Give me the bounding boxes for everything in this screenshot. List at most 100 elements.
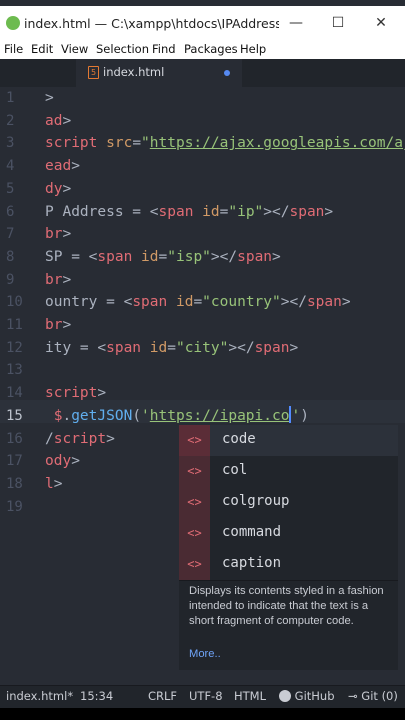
window-title: index.html — C:\xampp\htdocs\IPAddress —… — [24, 16, 279, 31]
autocomplete-label: caption — [222, 555, 282, 571]
git-button[interactable]: ⊸ Git (0) — [348, 689, 398, 703]
code-token: "country" — [202, 294, 281, 311]
code-token: > — [97, 385, 107, 402]
menu-edit[interactable]: Edit — [31, 42, 53, 56]
autocomplete-item[interactable]: <> col — [179, 456, 398, 487]
code-token: script — [53, 430, 107, 447]
line-number[interactable]: 13 — [6, 359, 23, 382]
menu-file[interactable]: File — [4, 42, 23, 56]
code-line[interactable]: script> — [45, 382, 106, 405]
menu-view[interactable]: View — [61, 42, 88, 56]
code-line[interactable]: /script> — [45, 428, 115, 451]
code-token: id — [202, 203, 220, 220]
status-file-name[interactable]: index.html* — [6, 689, 73, 703]
minimize-button[interactable]: — — [281, 12, 311, 34]
maximize-button[interactable]: ☐ — [323, 12, 353, 34]
line-number[interactable]: 7 — [6, 223, 14, 246]
autocomplete-item[interactable]: <> code — [179, 425, 398, 456]
status-line-ending[interactable]: CRLF — [148, 689, 177, 703]
tab-index-html[interactable]: 5 index.html — [76, 59, 242, 87]
code-token: > — [62, 271, 72, 288]
line-number[interactable]: 16 — [6, 428, 23, 451]
title-bar: index.html — C:\xampp\htdocs\IPAddress —… — [0, 6, 405, 40]
close-button[interactable]: ✕ — [366, 12, 396, 34]
code-line[interactable]: dy> — [45, 178, 71, 201]
status-cursor-position[interactable]: 15:34 — [80, 689, 113, 703]
code-line[interactable]: ity = <span id="city"></span> — [45, 337, 298, 360]
code-token: = — [158, 248, 168, 265]
menu-help[interactable]: Help — [240, 42, 266, 56]
code-token: ead — [45, 158, 72, 175]
code-token: id — [149, 339, 168, 356]
menu-find[interactable]: Find — [152, 42, 176, 56]
line-number[interactable]: 9 — [6, 269, 14, 292]
status-encoding[interactable]: UTF-8 — [189, 689, 223, 703]
autocomplete-label: code — [222, 431, 256, 447]
code-token: span — [97, 248, 142, 265]
code-token: "ip" — [228, 203, 264, 220]
line-number[interactable]: 4 — [6, 155, 14, 178]
tab-label: index.html — [103, 65, 165, 79]
code-token: span — [132, 294, 176, 311]
git-label: Git (0) — [361, 689, 398, 703]
code-token: = — [132, 135, 142, 152]
line-number[interactable]: 1 — [6, 87, 14, 110]
code-line[interactable]: ody> — [45, 450, 80, 473]
code-line[interactable]: br> — [45, 223, 71, 246]
code-line[interactable]: br> — [45, 269, 71, 292]
code-token: > — [324, 203, 334, 220]
code-line[interactable]: ad> — [45, 110, 71, 133]
git-branch-icon: ⊸ — [348, 689, 358, 703]
line-number[interactable]: 19 — [6, 496, 23, 519]
modified-indicator-icon[interactable] — [224, 70, 230, 76]
code-token: id — [141, 248, 159, 265]
line-number[interactable]: 14 — [6, 382, 23, 405]
menu-packages[interactable]: Packages — [184, 42, 238, 56]
menu-selection[interactable]: Selection — [96, 42, 149, 56]
autocomplete-item[interactable]: <> caption — [179, 549, 398, 580]
code-token: https://ipapi.co — [149, 407, 290, 424]
tag-icon: <> — [179, 425, 210, 456]
code-token: = — [167, 339, 176, 356]
code-line[interactable]: script src="https://ajax.googleapis.com/… — [45, 132, 405, 155]
code-line[interactable]: ead> — [45, 155, 80, 178]
line-number[interactable]: 11 — [6, 314, 23, 337]
github-button[interactable]: GitHub — [279, 689, 335, 703]
line-number[interactable]: 18 — [6, 473, 23, 496]
code-token: span — [237, 248, 273, 265]
line-number[interactable]: 10 — [6, 291, 23, 314]
code-token: span — [254, 339, 290, 356]
code-token: / — [45, 430, 54, 447]
code-token: > — [62, 226, 72, 243]
code-line[interactable]: l> — [45, 473, 62, 496]
line-number[interactable]: 12 — [6, 337, 23, 360]
atom-editor-window: index.html — C:\xampp\htdocs\IPAddress —… — [0, 0, 405, 720]
line-number[interactable]: 15 — [6, 405, 23, 428]
code-line[interactable]: SP = <span id="isp"></span> — [45, 246, 281, 269]
code-line[interactable]: > — [45, 87, 54, 110]
code-line[interactable]: br> — [45, 314, 71, 337]
code-token: script — [45, 135, 107, 152]
code-line[interactable]: ountry = <span id="country"></span> — [45, 291, 351, 314]
tag-icon: <> — [179, 456, 210, 487]
tag-icon: <> — [179, 518, 210, 549]
code-token: ></ — [210, 248, 238, 265]
code-token: script — [45, 385, 98, 402]
autocomplete-item[interactable]: <> colgroup — [179, 487, 398, 518]
code-token: ody — [45, 453, 72, 470]
code-token: l — [45, 475, 54, 492]
autocomplete-item[interactable]: <> command — [179, 518, 398, 549]
line-number[interactable]: 6 — [6, 201, 14, 224]
code-token: > — [62, 112, 72, 129]
code-token: > — [272, 248, 281, 265]
code-token: src — [106, 135, 133, 152]
line-number[interactable]: 17 — [6, 450, 23, 473]
more-link[interactable]: More.. — [189, 648, 221, 660]
line-number[interactable]: 2 — [6, 110, 14, 133]
code-token: "isp" — [167, 248, 211, 265]
status-grammar[interactable]: HTML — [234, 689, 266, 703]
line-number[interactable]: 5 — [6, 178, 14, 201]
line-number[interactable]: 8 — [6, 246, 14, 269]
line-number[interactable]: 3 — [6, 132, 14, 155]
code-line[interactable]: P Address = <span id="ip"></span> — [45, 201, 333, 224]
